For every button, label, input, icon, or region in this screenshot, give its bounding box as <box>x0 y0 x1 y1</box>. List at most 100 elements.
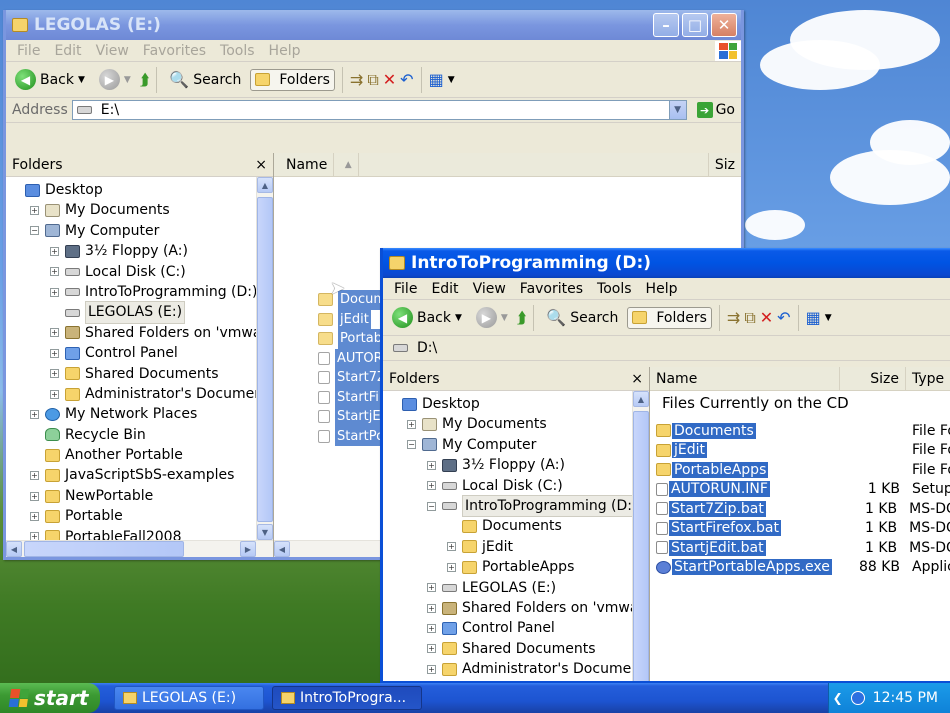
tree-node[interactable]: + Shared Folders on 'vmware- <box>6 323 273 343</box>
show-hidden-icons-button[interactable]: ❮ <box>833 691 843 705</box>
chevron-down-icon[interactable]: ▼ <box>448 75 455 85</box>
expand-icon[interactable]: + <box>30 491 39 501</box>
forward-button[interactable]: ▶ ▼ <box>94 66 136 93</box>
tree-node[interactable]: + Shared Documents <box>6 364 273 384</box>
move-to-icon[interactable]: ⇉ <box>350 70 363 89</box>
file-row[interactable]: PortableApps File Fo <box>650 460 950 480</box>
tree-node[interactable]: + Portable <box>6 506 273 526</box>
menu-tools[interactable]: Tools <box>213 43 262 59</box>
file-row[interactable]: Start7Zip.bat 1 KB MS-DO <box>650 499 950 519</box>
expand-icon[interactable]: + <box>30 409 39 419</box>
horizontal-scrollbar[interactable]: ◀ ▶ <box>6 540 273 557</box>
chevron-down-icon[interactable]: ▼ <box>78 75 85 85</box>
expand-icon[interactable]: + <box>427 460 436 470</box>
expand-icon[interactable]: + <box>50 389 59 399</box>
expand-icon[interactable]: + <box>427 583 436 593</box>
tree-node[interactable]: + Control Panel <box>6 343 273 363</box>
tree-node[interactable]: + Administrator's Documents <box>6 384 273 404</box>
vertical-scrollbar[interactable]: ▲ ▼ <box>256 177 273 540</box>
minimize-button[interactable]: – <box>653 13 679 37</box>
expand-icon[interactable]: + <box>30 511 39 521</box>
close-pane-button[interactable]: × <box>255 157 267 173</box>
up-folder-icon[interactable]: ⮭ <box>517 308 526 328</box>
up-folder-icon[interactable]: ⮭ <box>140 70 149 90</box>
expand-icon[interactable]: + <box>427 664 436 674</box>
tree-node[interactable]: + JavaScriptSbS-examples <box>6 465 273 485</box>
copy-to-icon[interactable]: ⧉ <box>367 70 378 90</box>
scroll-down-icon[interactable]: ▼ <box>257 524 273 540</box>
expand-icon[interactable]: + <box>30 206 39 216</box>
menu-favorites[interactable]: Favorites <box>136 43 213 59</box>
expand-icon[interactable]: + <box>427 603 436 613</box>
menu-edit[interactable]: Edit <box>47 43 88 59</box>
file-row[interactable]: StartPortableApps.exe 88 KB Applic <box>650 558 950 578</box>
expand-icon[interactable]: + <box>427 623 436 633</box>
tree-node[interactable]: − My Computer <box>6 221 273 241</box>
file-row[interactable]: Documents File Fo <box>650 421 950 441</box>
go-button[interactable]: ➔ Go <box>691 102 741 118</box>
scroll-thumb[interactable] <box>633 411 649 681</box>
delete-icon[interactable]: ✕ <box>383 70 396 89</box>
collapse-icon[interactable]: − <box>407 440 416 450</box>
tree-node[interactable]: + My Documents <box>6 200 273 220</box>
tree-node[interactable]: − IntroToProgramming (D:) <box>383 494 649 518</box>
menu-tools[interactable]: Tools <box>590 281 639 297</box>
search-button[interactable]: 🔍 Search <box>541 305 623 330</box>
column-name[interactable]: Name ▲ <box>274 153 709 176</box>
expand-icon[interactable]: + <box>30 471 39 481</box>
folders-button[interactable]: Folders <box>627 306 712 329</box>
expand-icon[interactable]: + <box>50 287 59 297</box>
tree-node[interactable]: Desktop <box>6 180 273 200</box>
collapse-icon[interactable]: − <box>427 501 436 511</box>
views-icon[interactable]: ▦ <box>806 308 821 327</box>
scroll-thumb[interactable] <box>257 197 273 522</box>
network-status-icon[interactable] <box>850 691 865 705</box>
expand-icon[interactable]: + <box>50 348 59 358</box>
expand-icon[interactable]: + <box>50 328 59 338</box>
tree-node[interactable]: LEGOLAS (E:) <box>6 301 273 324</box>
column-size[interactable]: Siz <box>709 153 741 176</box>
expand-icon[interactable]: + <box>447 542 456 552</box>
expand-icon[interactable]: + <box>447 562 456 572</box>
menu-view[interactable]: View <box>466 281 513 297</box>
menu-help[interactable]: Help <box>639 281 685 297</box>
folders-button[interactable]: Folders <box>250 68 335 91</box>
chevron-down-icon[interactable]: ▼ <box>455 313 462 323</box>
menu-file[interactable]: File <box>387 281 424 297</box>
back-button[interactable]: ◀ Back ▼ <box>10 66 90 93</box>
expand-icon[interactable]: + <box>50 369 59 379</box>
back-button[interactable]: ◀ Back ▼ <box>387 304 467 331</box>
tree-node[interactable]: + NewPortable <box>6 486 273 506</box>
column-size[interactable]: Size <box>840 367 906 390</box>
tree-node[interactable]: + Control Panel <box>383 618 649 638</box>
tree-node[interactable]: Desktop <box>383 394 649 414</box>
copy-to-icon[interactable]: ⧉ <box>744 308 755 328</box>
maximize-button[interactable]: □ <box>682 13 708 37</box>
tree-node[interactable]: + Administrator's Documents <box>383 659 649 679</box>
tree-node[interactable]: Recycle Bin <box>6 425 273 445</box>
menu-file[interactable]: File <box>10 43 47 59</box>
delete-icon[interactable]: ✕ <box>760 308 773 327</box>
expand-icon[interactable]: + <box>427 481 436 491</box>
taskbar-button-legolas[interactable]: LEGOLAS (E:) <box>114 686 264 710</box>
expand-icon[interactable]: + <box>407 420 416 430</box>
tree-node[interactable]: + PortableApps <box>383 557 649 577</box>
tree-node[interactable]: Another Portable <box>6 445 273 465</box>
tree-node[interactable]: + Shared Documents <box>383 639 649 659</box>
clock[interactable]: 12:45 PM <box>873 690 938 706</box>
tree-node[interactable]: + IntroToProgramming (D:) <box>6 282 273 302</box>
menu-help[interactable]: Help <box>262 43 308 59</box>
close-button[interactable]: ✕ <box>711 13 737 37</box>
chevron-down-icon[interactable]: ▼ <box>501 313 508 323</box>
explorer-window-introtoprogramming[interactable]: IntroToProgramming (D:) File Edit View F… <box>380 248 950 684</box>
menu-view[interactable]: View <box>89 43 136 59</box>
close-pane-button[interactable]: × <box>631 371 643 387</box>
tree-node[interactable]: + Local Disk (C:) <box>6 262 273 282</box>
address-input[interactable]: E:\ ▼ <box>71 100 687 120</box>
tree-node[interactable]: + LEGOLAS (E:) <box>383 578 649 598</box>
scroll-right-icon[interactable]: ▶ <box>240 541 256 557</box>
chevron-down-icon[interactable]: ▼ <box>668 101 686 119</box>
column-type[interactable]: Type <box>906 367 950 390</box>
tree-node[interactable]: +3½ Floppy (A:) <box>383 455 649 475</box>
tree-node[interactable]: + jEdit <box>383 537 649 557</box>
